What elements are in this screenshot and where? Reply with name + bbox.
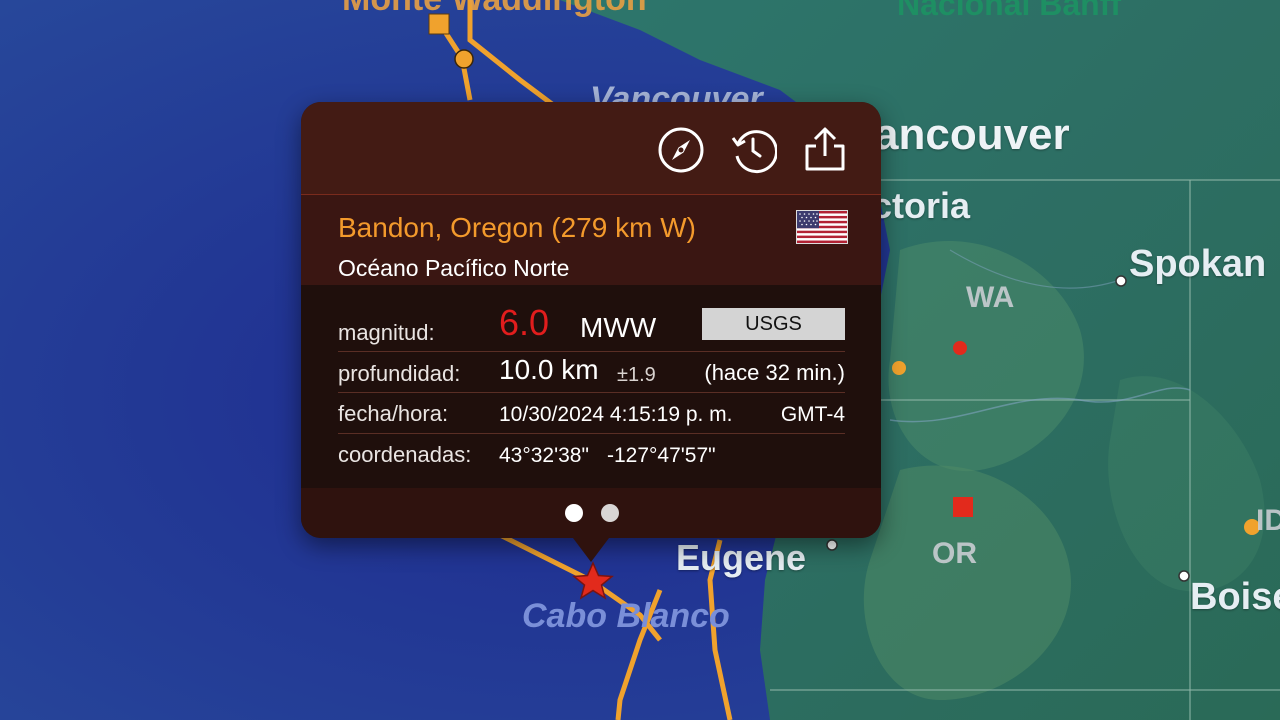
history-button[interactable] [729, 126, 777, 174]
quake-marker[interactable] [892, 361, 906, 375]
map-label-or: OR [932, 537, 977, 570]
quake-marker[interactable] [454, 49, 474, 69]
history-icon [731, 130, 777, 174]
map-label-boise: Boise [1190, 576, 1280, 618]
quake-marker-square[interactable] [953, 497, 973, 517]
page-dot-1[interactable] [565, 504, 583, 522]
compass-icon [658, 127, 704, 173]
coords-label: coordenadas: [338, 442, 472, 467]
city-dot [1178, 570, 1190, 582]
us-flag-icon [796, 210, 848, 244]
datetime-label: fecha/hora: [338, 401, 449, 426]
divider [338, 351, 845, 352]
map-label-wa: WA [966, 281, 1015, 314]
map-label-cabo-blanco: Cabo Blanco [522, 597, 730, 635]
magnitude-label: magnitud: [338, 320, 435, 345]
page-dot-2[interactable] [601, 504, 619, 522]
divider [338, 392, 845, 393]
depth-uncertainty: ±1.9 [617, 364, 656, 386]
compass-button[interactable] [657, 126, 705, 174]
popup-footer [301, 488, 881, 538]
map-label-victoria: ctoria [872, 185, 971, 226]
source-button[interactable]: USGS [702, 308, 845, 340]
city-dot [1115, 275, 1127, 287]
time-ago: (hace 32 min.) [704, 360, 845, 385]
region-name: Océano Pacífico Norte [338, 255, 570, 281]
longitude-value: -127°47'57" [607, 444, 716, 467]
map-label-id: ID [1256, 504, 1280, 537]
magnitude-type: MWW [580, 312, 657, 343]
map-label-nacional-banff: Nacional Banff [897, 0, 1122, 22]
magnitude-value: 6.0 [499, 302, 550, 343]
latitude-value: 43°32'38" [499, 444, 589, 467]
timezone-value: GMT-4 [780, 403, 845, 426]
depth-value: 10.0 km [499, 354, 599, 385]
popup-pointer [573, 538, 609, 562]
map-label-monte-waddington: Monte Waddington [342, 0, 647, 19]
share-icon [805, 127, 845, 171]
earthquake-popup: Bandon, Oregon (279 km W) Océano Pacífic… [301, 102, 881, 562]
depth-label: profundidad: [338, 361, 461, 386]
location-title[interactable]: Bandon, Oregon (279 km W) [338, 212, 696, 244]
city-dot [826, 539, 838, 551]
divider [338, 433, 845, 434]
share-button[interactable] [801, 126, 849, 174]
datetime-value: 10/30/2024 4:15:19 p. m. [499, 403, 733, 426]
popup-toolbar [301, 102, 881, 195]
quake-marker[interactable] [953, 341, 967, 355]
map-label-vancouver: ancouver [874, 110, 1070, 159]
map-label-spokane: Spokan [1129, 243, 1267, 285]
map-label-eugene: Eugene [676, 537, 807, 578]
